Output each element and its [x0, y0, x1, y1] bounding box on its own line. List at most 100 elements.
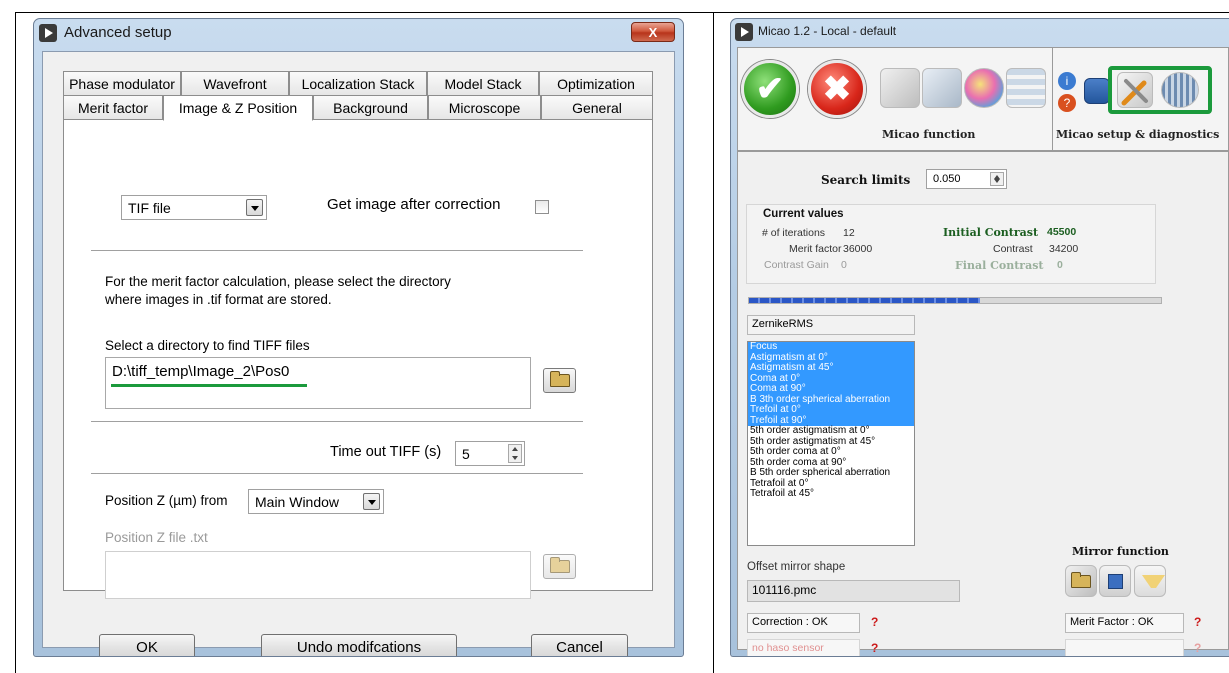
spinner-arrows-icon[interactable] — [508, 444, 522, 463]
tab-image-z-position[interactable]: Image & Z Position — [163, 95, 313, 121]
select-directory-label: Select a directory to find TIFF files — [105, 338, 310, 353]
search-limits-label: Search limits — [821, 173, 911, 187]
correction-status: Correction : OK — [747, 613, 860, 633]
disk-glyph — [1108, 574, 1123, 589]
chevron-down-icon — [246, 199, 263, 216]
offset-mirror-field[interactable]: 101116.pmc — [747, 580, 960, 602]
browse-file-button[interactable] — [543, 554, 576, 579]
folder-glyph — [1071, 572, 1091, 588]
position-z-file-label: Position Z file .txt — [105, 530, 208, 545]
contrast-label: Contrast — [993, 243, 1033, 255]
position-z-label: Position Z (µm) from — [105, 493, 228, 508]
spinner-arrows-icon[interactable] — [990, 172, 1004, 186]
secondary-help-icon[interactable]: ? — [1194, 641, 1201, 655]
initial-contrast-value: 45500 — [1047, 226, 1077, 238]
info-icon[interactable]: i — [1058, 72, 1076, 90]
merit-help-icon[interactable]: ? — [1194, 615, 1201, 629]
close-button[interactable]: X — [631, 22, 675, 42]
open-folder-icon[interactable] — [1065, 565, 1097, 597]
search-limits-spinner[interactable]: 0.050 — [926, 169, 1007, 189]
app-icon — [39, 24, 57, 42]
chevron-down-icon — [363, 493, 380, 510]
cancel-button[interactable]: Cancel — [531, 634, 628, 656]
mirror-function-label: Mirror function — [1072, 545, 1169, 558]
list-icon[interactable] — [1006, 68, 1046, 108]
tab-wavefront[interactable]: Wavefront — [181, 71, 289, 95]
ok-button[interactable]: OK — [99, 634, 195, 656]
correction-help-icon[interactable]: ? — [871, 615, 878, 629]
contrast-gain-label: Contrast Gain — [764, 259, 829, 271]
tab-optimization[interactable]: Optimization — [539, 71, 653, 95]
save-disk-icon[interactable] — [1084, 78, 1110, 104]
tab-background[interactable]: Background — [313, 95, 428, 119]
help-icon[interactable]: ? — [1058, 94, 1076, 112]
progress-fill — [749, 298, 980, 303]
micao-toolbar: ✔ ✖ Micao function i ? Micao setup & dia… — [737, 47, 1229, 151]
app-icon — [735, 23, 753, 41]
position-z-select[interactable]: Main Window — [248, 489, 384, 514]
mode-field[interactable]: ZernikeRMS — [747, 315, 915, 335]
zernike-modes-list[interactable]: Focus Astigmatism at 0° Astigmatism at 45°… — [747, 341, 915, 546]
apply-check-icon[interactable]: ✔ — [741, 60, 799, 118]
correction-status-text: Correction : OK — [752, 616, 828, 628]
haso-help-icon[interactable]: ? — [871, 641, 878, 655]
browse-directory-button[interactable] — [543, 368, 576, 393]
tab-microscope[interactable]: Microscope — [428, 95, 541, 119]
micao-function-label: Micao function — [882, 128, 976, 141]
window-title: Micao 1.2 - Local - default — [758, 24, 897, 38]
directory-input[interactable]: D:\tiff_temp\Image_2\Pos0 — [105, 357, 531, 409]
advanced-setup-window: Advanced setup X Phase modulator Wavefro… — [33, 18, 684, 657]
tab-row-1: Phase modulator Wavefront Localization S… — [63, 71, 653, 95]
tools-icon[interactable] — [1117, 72, 1153, 108]
current-values-panel: Current values # of iterations 12 Merit … — [746, 204, 1156, 284]
haso-status: no haso sensor — [747, 639, 860, 656]
secondary-status — [1065, 639, 1184, 656]
contrast-value: 34200 — [1049, 243, 1079, 255]
tab-general[interactable]: General — [541, 95, 653, 119]
position-z-file-input[interactable] — [105, 551, 531, 599]
target-icon[interactable] — [880, 68, 920, 108]
tab-merit-factor[interactable]: Merit factor — [63, 95, 163, 119]
info-text-2: where images in .tif format are stored. — [105, 292, 332, 307]
zernike-mode-item[interactable]: 5th order astigmatism at 0° — [748, 425, 914, 437]
save-icon[interactable] — [1099, 565, 1131, 597]
document-frame-left — [15, 12, 16, 673]
haso-status-text: no haso sensor — [752, 642, 824, 654]
document-frame-top — [15, 12, 1229, 13]
tab-row-2: Merit factor Image & Z Position Backgrou… — [63, 95, 653, 121]
merit-status: Merit Factor : OK — [1065, 613, 1184, 633]
get-image-checkbox[interactable] — [535, 200, 549, 214]
offset-mirror-value: 101116.pmc — [752, 583, 817, 597]
titlebar: Micao 1.2 - Local - default — [731, 19, 1229, 49]
zernike-mode-item[interactable]: Tetrafoil at 45° — [748, 488, 914, 500]
document-frame-divider — [713, 12, 714, 673]
zernike-mode-item[interactable]: Coma at 90° — [748, 383, 914, 395]
zernike-mode-item[interactable]: Focus — [748, 342, 914, 353]
grid-diagnostics-icon[interactable] — [1161, 72, 1199, 108]
timeout-spinner[interactable]: 5 — [455, 441, 525, 466]
tab-model-stack[interactable]: Model Stack — [427, 71, 539, 95]
highlight-underline — [111, 384, 307, 387]
stop-x-icon[interactable]: ✖ — [808, 60, 866, 118]
tab-phase-modulator[interactable]: Phase modulator — [63, 71, 181, 95]
undo-button[interactable]: Undo modifcations — [261, 634, 457, 656]
progress-track — [748, 297, 1162, 304]
zernike-mode-item[interactable]: Astigmatism at 45° — [748, 362, 914, 374]
initial-contrast-label: Initial Contrast — [943, 226, 1039, 239]
iterations-value: 12 — [843, 227, 855, 239]
contrast-gain-value: 0 — [841, 259, 847, 271]
folder-open-icon — [549, 371, 570, 387]
image-source-select[interactable]: TIF file — [121, 195, 267, 220]
micao-setup-label: Micao setup & diagnostics — [1056, 128, 1220, 141]
zernike-mode-item[interactable]: 5th order coma at 0° — [748, 446, 914, 458]
final-contrast-value: 0 — [1057, 259, 1063, 271]
zernike-mode-item[interactable]: Trefoil at 0° — [748, 404, 914, 416]
tab-localization-stack[interactable]: Localization Stack — [289, 71, 427, 95]
zernike-mode-item[interactable]: B 5th order spherical aberration — [748, 467, 914, 479]
directory-value: D:\tiff_temp\Image_2\Pos0 — [112, 363, 290, 380]
get-image-label: Get image after correction — [327, 196, 501, 213]
micao-client: Search limits 0.050 Current values # of … — [737, 151, 1229, 656]
apply-arrow-icon[interactable] — [1134, 565, 1166, 597]
wavefront-icon[interactable] — [964, 68, 1004, 108]
layers-icon[interactable] — [922, 68, 962, 108]
